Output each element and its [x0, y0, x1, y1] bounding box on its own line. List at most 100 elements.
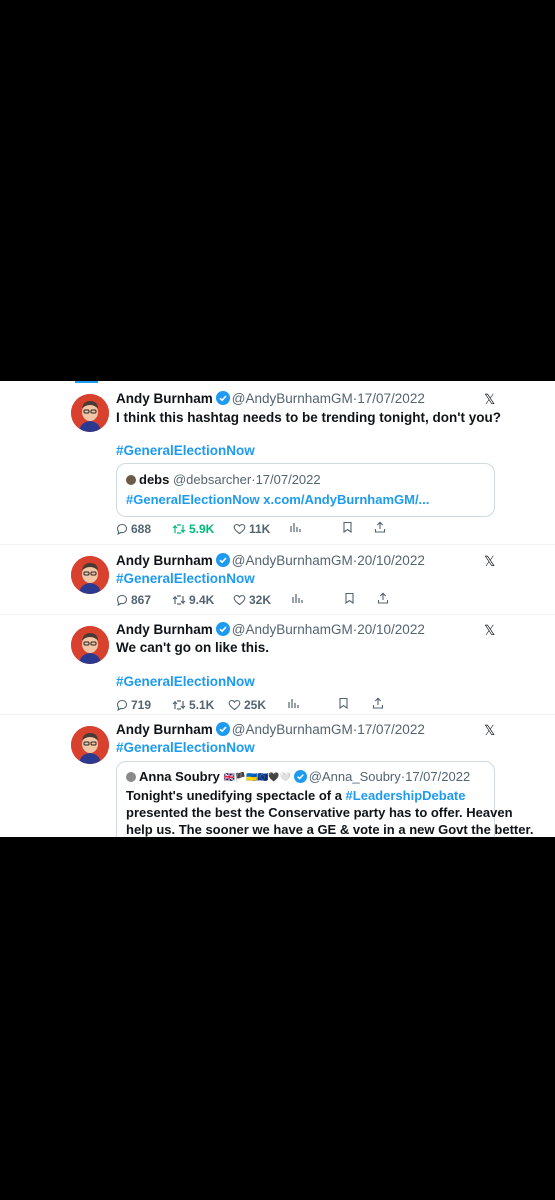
bookmark-icon [345, 592, 354, 604]
share-button[interactable] [377, 592, 389, 604]
tweet-header: Andy Burnham @AndyBurnhamGM·17/07/2022 [116, 390, 425, 408]
tweet-actions: 719 5.1K 25K [116, 697, 496, 713]
avatar[interactable] [71, 726, 109, 764]
reply-button[interactable]: 719 [116, 697, 151, 713]
tweet-date[interactable]: 17/07/2022 [357, 722, 425, 737]
quote-header: debs @debsarcher·17/07/2022 [126, 472, 321, 488]
like-button[interactable]: 32K [233, 592, 271, 608]
reply-count: 719 [131, 698, 152, 712]
tweet-actions: 688 5.9K 11K [116, 521, 496, 537]
hashtag-link[interactable]: #GeneralElectionNow [116, 570, 255, 588]
reply-button[interactable]: 688 [116, 521, 151, 537]
hashtag-link[interactable]: #GeneralElectionNow [116, 739, 255, 757]
retweet-icon [172, 595, 186, 605]
avatar[interactable] [71, 556, 109, 594]
quote-text-line-2: presented the best the Conservative part… [126, 805, 513, 820]
tweet-header: Andy Burnham @AndyBurnhamGM·20/10/2022 [116, 621, 425, 639]
views-button[interactable] [291, 592, 303, 604]
hashtag-link[interactable]: #LeadershipDebate [346, 788, 466, 803]
quote-date: 17/07/2022 [255, 472, 321, 487]
share-icon [372, 697, 384, 709]
retweet-count: 9.4K [189, 593, 215, 607]
quote-text-line-1: Tonight's unedifying spectacle of a #Lea… [126, 787, 465, 804]
like-count: 32K [249, 593, 272, 607]
retweet-icon [172, 700, 186, 710]
quote-author-name: debs [139, 472, 170, 487]
divider [0, 714, 555, 715]
hashtag-link[interactable]: #GeneralElectionNow [116, 673, 255, 691]
share-icon [377, 592, 389, 604]
like-count: 25K [244, 698, 267, 712]
heart-icon [228, 699, 241, 711]
retweet-button[interactable]: 5.9K [172, 521, 214, 537]
retweet-button[interactable]: 9.4K [172, 592, 214, 608]
like-button[interactable]: 11K [233, 521, 270, 537]
divider [0, 544, 555, 545]
retweet-count: 5.1K [189, 698, 215, 712]
reply-icon [116, 594, 128, 606]
quoted-tweet[interactable]: Anna Soubry 🇬🇧🏴🇺🇦🇪🇺🖤🤍 @Anna_Soubry·17/07/… [116, 761, 533, 837]
quote-author-handle: @debsarcher [172, 472, 252, 487]
tweet-screenshot: Andy Burnham @AndyBurnhamGM·17/07/2022 𝕏 … [0, 381, 555, 837]
quote-text-start: Tonight's unedifying spectacle of a [126, 788, 346, 803]
tweet-date[interactable]: 17/07/2022 [357, 391, 425, 406]
retweet-count: 5.9K [189, 522, 215, 536]
x-logo-icon[interactable]: 𝕏 [484, 621, 495, 639]
x-logo-icon[interactable]: 𝕏 [484, 552, 495, 570]
quote-date: 17/07/2022 [405, 769, 471, 784]
verified-badge-icon [293, 770, 307, 787]
retweet-icon [172, 524, 186, 534]
hashtag-link[interactable]: #GeneralElectionNow [116, 442, 255, 460]
quote-author-flags: 🇬🇧🏴🇺🇦🇪🇺🖤🤍 [223, 772, 291, 782]
bookmark-button[interactable] [344, 592, 355, 604]
bookmark-button[interactable] [342, 521, 353, 533]
reply-count: 867 [131, 593, 152, 607]
reply-count: 688 [131, 522, 152, 536]
like-count: 11K [249, 522, 271, 536]
bookmark-icon [339, 697, 348, 709]
reply-icon [116, 523, 128, 535]
tweet-text: We can't go on like this. [116, 640, 269, 655]
author-name[interactable]: Andy Burnham [116, 553, 213, 568]
like-button[interactable]: 25K [228, 697, 266, 713]
share-button[interactable] [372, 697, 384, 709]
quote-text[interactable]: #GeneralElectionNow x.com/AndyBurnhamGM/… [126, 491, 429, 508]
share-icon [374, 521, 386, 533]
bookmark-icon [343, 521, 352, 533]
tweet-header: Andy Burnham @AndyBurnhamGM·17/07/2022 [116, 721, 425, 739]
quote-header: Anna Soubry 🇬🇧🏴🇺🇦🇪🇺🖤🤍 @Anna_Soubry·17/07/… [126, 769, 470, 787]
analytics-icon [292, 594, 303, 603]
analytics-icon [288, 699, 299, 708]
selected-tab-indicator [75, 381, 98, 383]
x-logo-icon[interactable]: 𝕏 [484, 390, 495, 408]
author-handle[interactable]: @AndyBurnhamGM [232, 622, 353, 637]
analytics-icon [290, 523, 301, 532]
quoted-tweet[interactable]: debs @debsarcher·17/07/2022 #GeneralElec… [116, 463, 495, 517]
reply-button[interactable]: 867 [116, 592, 151, 608]
quote-author-name: Anna Soubry [139, 769, 220, 784]
tweet-date[interactable]: 20/10/2022 [357, 553, 425, 568]
heart-icon [233, 594, 246, 606]
author-handle[interactable]: @AndyBurnhamGM [232, 391, 353, 406]
share-button[interactable] [374, 521, 386, 533]
quote-avatar [126, 475, 136, 485]
tweet-header: Andy Burnham @AndyBurnhamGM·20/10/2022 [116, 552, 425, 570]
quote-author-handle: @Anna_Soubry [308, 769, 401, 784]
retweet-button[interactable]: 5.1K [172, 697, 214, 713]
bookmark-button[interactable] [338, 697, 349, 709]
heart-icon [233, 523, 246, 535]
author-name[interactable]: Andy Burnham [116, 622, 213, 637]
author-name[interactable]: Andy Burnham [116, 391, 213, 406]
views-button[interactable] [289, 521, 301, 533]
x-logo-icon[interactable]: 𝕏 [484, 721, 495, 739]
author-handle[interactable]: @AndyBurnhamGM [232, 553, 353, 568]
divider [0, 614, 555, 615]
views-button[interactable] [287, 697, 299, 709]
tweet-date[interactable]: 20/10/2022 [357, 622, 425, 637]
avatar[interactable] [71, 626, 109, 664]
author-name[interactable]: Andy Burnham [116, 722, 213, 737]
avatar[interactable] [71, 394, 109, 432]
tweet-actions: 867 9.4K 32K [116, 592, 496, 608]
verified-badge-icon [215, 391, 230, 410]
author-handle[interactable]: @AndyBurnhamGM [232, 722, 353, 737]
